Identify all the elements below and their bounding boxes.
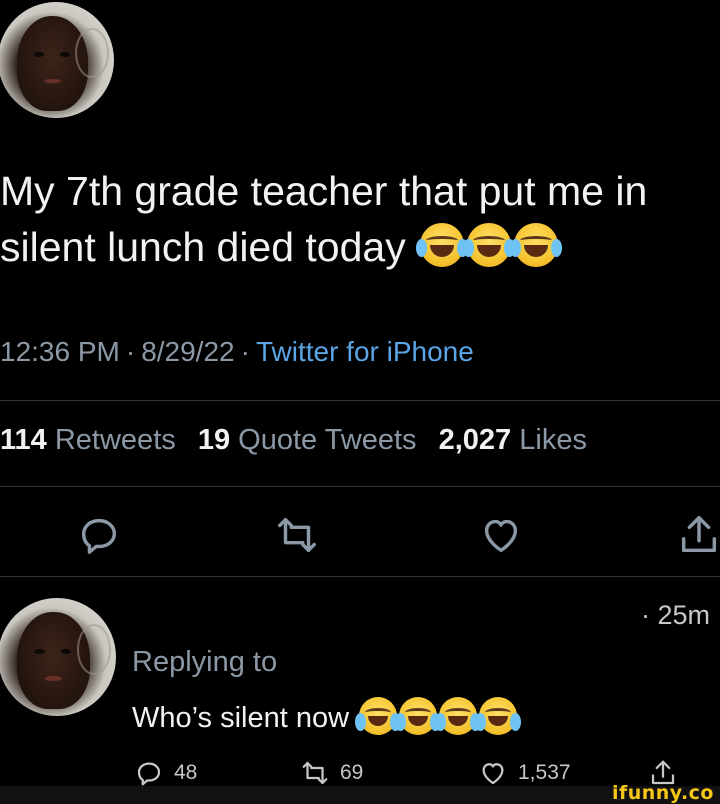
retweets-label: Retweets <box>54 424 176 456</box>
reply-author-avatar[interactable] <box>0 598 116 716</box>
tweet-date[interactable]: 8/29/22 <box>141 336 234 367</box>
retweet-icon[interactable] <box>274 512 320 558</box>
retweet-icon <box>302 761 328 785</box>
laughing-crying-emoji-icon <box>435 697 482 735</box>
reply-icon <box>137 762 161 786</box>
tweet-stats: 114 Retweets 19 Quote Tweets 2,027 Likes <box>0 424 601 457</box>
avatar-eye <box>34 648 45 654</box>
laughing-crying-emoji-icon <box>510 223 563 267</box>
divider <box>0 576 720 577</box>
like-icon[interactable] <box>478 512 524 558</box>
reply-like-button[interactable]: 1,537 <box>478 756 571 790</box>
ifunny-watermark: ifunny.co <box>611 782 714 804</box>
retweets-count: 114 <box>0 424 47 456</box>
tweet-source-link[interactable]: Twitter for iPhone <box>256 336 474 367</box>
laughing-crying-emoji-icon <box>475 697 522 735</box>
likes-stat[interactable]: 2,027 Likes <box>439 424 587 456</box>
divider <box>0 400 720 401</box>
retweets-stat[interactable]: 114 Retweets <box>0 424 176 456</box>
reply-text-words: Who’s silent now <box>132 702 350 734</box>
share-icon[interactable] <box>676 512 720 558</box>
tweet-time[interactable]: 12:36 PM <box>0 336 120 367</box>
likes-count: 2,027 <box>438 424 512 456</box>
reply-reply-count: 48 <box>174 761 198 784</box>
reply-retweet-count: 69 <box>340 761 364 784</box>
reply-retweet-button[interactable]: 69 <box>300 756 363 790</box>
quote-tweets-count: 19 <box>197 424 231 456</box>
avatar-eye <box>59 52 70 57</box>
reply-timestamp[interactable]: · 25m <box>641 600 710 631</box>
tweet-actions <box>0 512 720 558</box>
reply-like-count: 1,537 <box>518 761 571 784</box>
reply-text: Who’s silent now <box>132 697 522 735</box>
avatar-mouth <box>43 78 62 84</box>
tweet-text-line-1: My 7th grade teacher that put me in <box>0 168 648 214</box>
laughing-crying-emoji-icon <box>395 697 442 735</box>
author-avatar[interactable] <box>0 2 114 118</box>
tweet-text-line-2-words: silent lunch died today <box>0 224 406 270</box>
separator-dot: · <box>125 336 136 367</box>
like-icon <box>482 763 504 785</box>
avatar-mouth <box>44 676 63 681</box>
tweet-text-line-2: silent lunch died today <box>0 219 720 275</box>
divider <box>0 486 720 487</box>
avatar-eye <box>33 52 44 57</box>
reply-icon[interactable] <box>76 512 122 558</box>
avatar-seal <box>75 27 110 78</box>
laughing-crying-emoji-icon <box>463 223 516 267</box>
tweet-meta: 12:36 PM · 8/29/22 · Twitter for iPhone <box>0 336 474 368</box>
replying-to-label: Replying to <box>132 646 278 678</box>
avatar-seal <box>76 623 112 676</box>
laughing-crying-emoji-icon <box>355 697 402 735</box>
quote-tweets-stat[interactable]: 19 Quote Tweets <box>198 424 417 456</box>
quote-tweets-label: Quote Tweets <box>238 424 417 456</box>
separator-dot: · <box>240 336 250 367</box>
laughing-crying-emoji-icon <box>416 223 469 267</box>
avatar-eye <box>60 648 71 654</box>
likes-label: Likes <box>519 424 587 456</box>
tweet-text: My 7th grade teacher that put me in sile… <box>0 163 720 275</box>
reply-reply-button[interactable]: 48 <box>134 756 197 790</box>
